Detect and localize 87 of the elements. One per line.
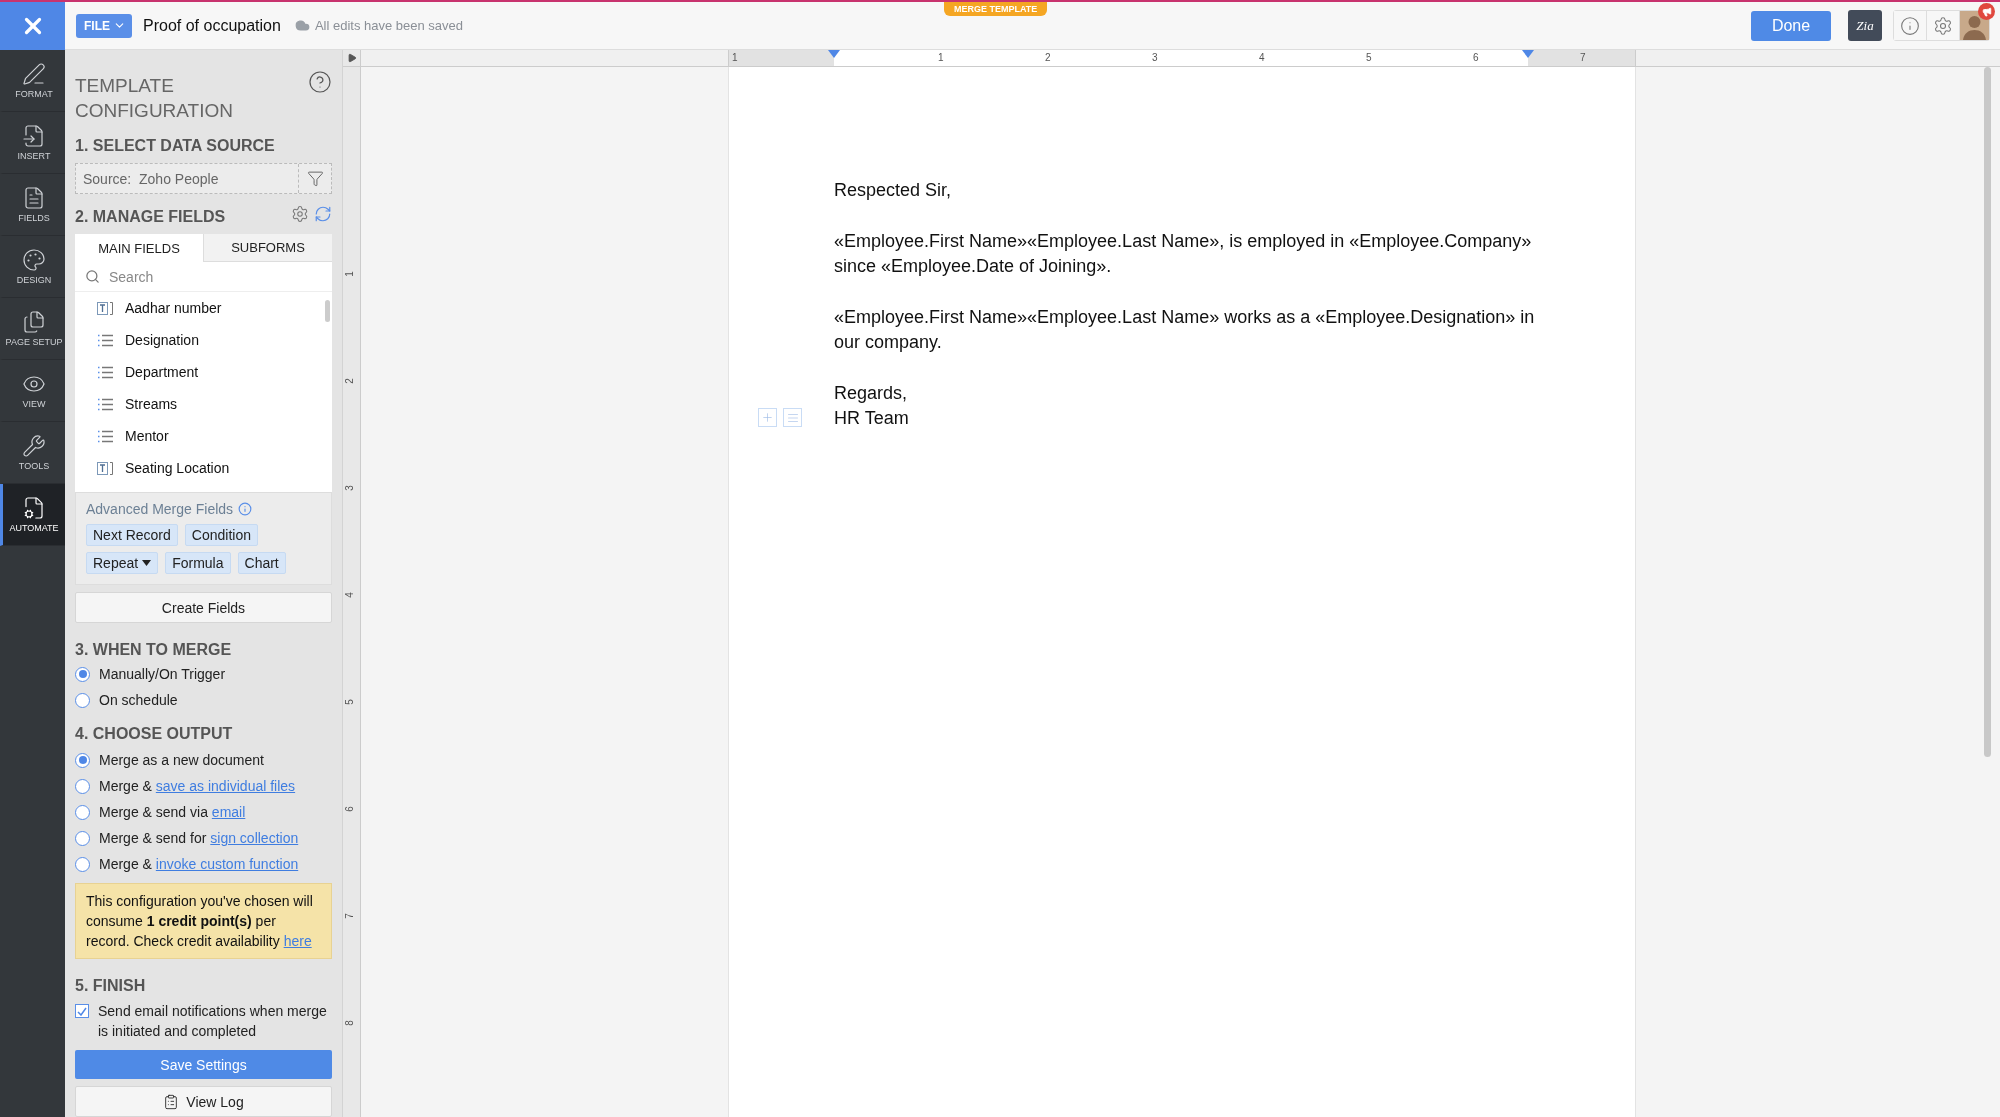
option-label: Manually/On Trigger <box>99 666 226 682</box>
plus-icon <box>761 411 774 424</box>
list-icon <box>97 429 113 443</box>
file-import-icon <box>22 124 46 148</box>
create-fields-button[interactable]: Create Fields <box>75 592 332 623</box>
document-icon <box>22 186 46 210</box>
mode-badge: MERGE TEMPLATE <box>944 2 1048 16</box>
option-label: Merge & send for sign collection <box>99 830 299 846</box>
search-icon <box>85 269 100 284</box>
megaphone-icon <box>1981 6 1992 17</box>
scrollbar[interactable] <box>1984 67 1991 757</box>
radio-button[interactable] <box>75 778 90 794</box>
panel-title: TEMPLATE CONFIGURATION <box>75 74 234 123</box>
field-item[interactable]: Streams <box>125 396 178 412</box>
settings-icon[interactable] <box>291 205 309 223</box>
merge-field-chip[interactable]: Condition <box>184 524 258 546</box>
notify-label: Send email notifications when merge is initiated and completed <box>98 1002 328 1041</box>
help-icon[interactable] <box>308 70 332 94</box>
field-item[interactable]: Seating Location <box>125 460 230 476</box>
letter-paragraph: «Employee.First Name»«Employee.Last Name», is employed in «Employee.Company» since «Employee.Date of Joining». <box>834 229 1533 278</box>
scrollbar-thumb[interactable] <box>325 300 330 322</box>
settings-icon <box>1933 15 1953 36</box>
fields-tab[interactable]: SUBFORMS <box>203 234 332 262</box>
list-icon <box>97 333 113 347</box>
letter-paragraph: «Employee.First Name»«Employee.Last Name» works as a «Employee.Designation» in our company. <box>834 305 1536 354</box>
paragraph-menu-button[interactable] <box>783 408 802 427</box>
document-title: Proof of occupation <box>143 16 281 35</box>
radio-button[interactable] <box>75 666 90 682</box>
credit-note: This configuration you've chosen will consume 1 credit point(s) per record. Check credit availability here <box>75 883 332 959</box>
section-heading: 2. MANAGE FIELDS <box>75 208 226 226</box>
close-button[interactable] <box>0 1 65 50</box>
notification-badge[interactable] <box>1978 3 1995 20</box>
info-icon <box>1900 15 1920 36</box>
cloud-icon <box>294 18 310 33</box>
radio-button[interactable] <box>75 804 90 820</box>
wrench-icon <box>22 434 46 458</box>
option-label: Merge as a new document <box>99 752 264 768</box>
notify-checkbox[interactable] <box>75 1004 89 1018</box>
field-item[interactable]: Designation <box>125 332 199 348</box>
radio-button[interactable] <box>75 752 90 768</box>
info-icon[interactable] <box>238 502 253 516</box>
field-item[interactable]: Mentor <box>125 428 169 444</box>
ruler-toggle-icon[interactable] <box>346 53 357 63</box>
left-indent-marker[interactable] <box>828 50 840 58</box>
section-heading: 3. WHEN TO MERGE <box>75 641 233 659</box>
user-avatar[interactable] <box>1960 11 1989 40</box>
palette-icon <box>22 248 46 272</box>
field-item[interactable]: Aadhar number <box>125 300 222 316</box>
letter-paragraph: Respected Sir, <box>834 179 953 202</box>
zia-button[interactable]: Zia <box>1848 10 1882 41</box>
list-icon <box>97 397 113 411</box>
radio-button[interactable] <box>75 856 90 872</box>
radio-button[interactable] <box>75 830 90 846</box>
option-label: Merge & save as individual files <box>99 778 296 794</box>
letter-paragraph: Regards, HR Team <box>834 381 910 430</box>
field-item[interactable]: Department <box>125 364 199 380</box>
merge-field-chip[interactable]: Repeat <box>86 552 159 574</box>
section-heading: 4. CHOOSE OUTPUT <box>75 725 234 743</box>
section-heading: 5. FINISH <box>75 977 147 995</box>
search-field[interactable]: Search <box>107 267 332 286</box>
text-field-icon <box>97 301 113 315</box>
pen-icon <box>22 62 46 86</box>
right-indent-marker[interactable] <box>1522 50 1534 58</box>
option-label: Merge & send via email <box>99 804 246 820</box>
option-label: Merge & invoke custom function <box>99 856 299 872</box>
paragraph-icon <box>786 411 799 424</box>
refresh-icon[interactable] <box>314 205 332 223</box>
gear-document-icon <box>22 496 46 520</box>
sidebar-item[interactable]: AUTOMATE <box>0 484 65 546</box>
info-button[interactable] <box>1894 11 1927 40</box>
merge-field-chip[interactable]: Chart <box>237 552 286 574</box>
advanced-fields-heading: Advanced Merge Fields <box>86 501 234 517</box>
merge-field-chip[interactable]: Formula <box>165 552 231 574</box>
section-heading: 1. SELECT DATA SOURCE <box>75 137 276 155</box>
add-block-button[interactable] <box>758 408 777 427</box>
clipboard-icon <box>163 1093 180 1110</box>
radio-button[interactable] <box>75 692 90 708</box>
horizontal-ruler: 1 1 2 3 4 5 6 7 <box>728 50 1636 66</box>
merge-field-chip[interactable]: Next Record <box>86 524 178 546</box>
view-log-button[interactable]: View Log <box>75 1086 332 1117</box>
save-status: All edits have been saved <box>314 18 464 33</box>
filter-icon <box>306 170 324 187</box>
vertical-ruler: 1 2 3 4 5 6 7 8 <box>343 67 361 1117</box>
pages-icon <box>22 310 46 334</box>
list-icon <box>97 365 113 379</box>
option-label: On schedule <box>99 692 178 708</box>
text-field-icon <box>97 461 113 475</box>
